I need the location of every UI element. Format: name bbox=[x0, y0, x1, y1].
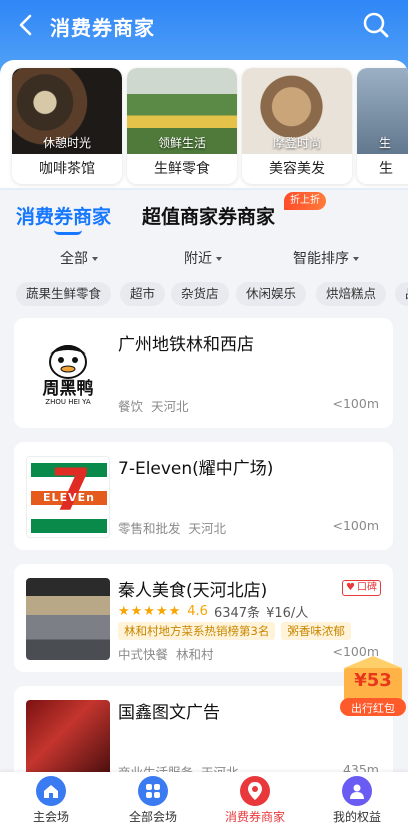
rank-tag: 林和村地方菜系热销榜第3名 bbox=[118, 622, 276, 640]
filter-sort[interactable]: 智能排序 bbox=[293, 248, 359, 268]
filter-all[interactable]: 全部 bbox=[60, 248, 98, 268]
category-card-more[interactable]: 生 生 bbox=[357, 68, 408, 184]
nav-all-venues[interactable]: 全部会场 bbox=[102, 776, 204, 828]
travel-redpacket[interactable]: ¥53 出行红包 bbox=[338, 654, 408, 718]
flavor-tag: 粥香味浓郁 bbox=[281, 622, 351, 640]
category-carousel: 休憩时光 咖啡茶馆 领鲜生活 生鲜零食 摩登时尚 美容美发 生 生 bbox=[0, 60, 408, 188]
merchant-name: 7-Eleven(耀中广场) bbox=[118, 459, 274, 479]
merchant-name: 广州地铁林和西店 bbox=[118, 335, 254, 355]
grid-icon bbox=[138, 776, 168, 806]
merchant-logo: 7 ELEVEn bbox=[26, 456, 110, 538]
nav-label: 主会场 bbox=[32, 810, 69, 824]
logo-text: 周黑鸭 bbox=[42, 379, 94, 399]
back-arrow-icon bbox=[19, 14, 32, 36]
search-icon bbox=[363, 12, 389, 38]
category-name: 咖啡茶馆 bbox=[39, 161, 95, 177]
active-tab-indicator bbox=[54, 230, 82, 235]
filter-label: 智能排序 bbox=[293, 251, 349, 267]
star-rating: ★★★★★ bbox=[118, 604, 182, 619]
tab-coupon-merchants[interactable]: 消费券商家 bbox=[16, 202, 111, 229]
tab-value-merchants[interactable]: 超值商家券商家 bbox=[142, 202, 275, 229]
merchant-logo: 周黑鸭 ZHOU HEI YA bbox=[26, 332, 110, 414]
chip-grocery[interactable]: 杂货店 bbox=[171, 282, 229, 306]
merchant-name: 秦人美食(天河北店) bbox=[118, 581, 268, 601]
redpacket-amount: ¥53 bbox=[354, 670, 392, 691]
category-name: 生 bbox=[379, 161, 393, 177]
nav-label: 消费券商家 bbox=[224, 810, 285, 824]
redpacket-label: 出行红包 bbox=[351, 702, 395, 715]
merchant-distance: <100m bbox=[332, 518, 379, 533]
duck-mascot-icon bbox=[49, 345, 87, 379]
merchant-card[interactable]: 7 ELEVEn 7-Eleven(耀中广场) 零售和批发 天河北 <100m bbox=[14, 442, 393, 550]
koubei-badge: ♥ 口碑 bbox=[342, 580, 381, 596]
category-chips: 蔬果生鲜零食 超市 杂货店 休闲娱乐 烘焙糕点 品 bbox=[0, 282, 408, 308]
category-tag: 摩登时尚 bbox=[272, 136, 321, 150]
logo-text: ELEVEn bbox=[43, 491, 95, 504]
top-bar: 消费券商家 bbox=[0, 0, 408, 52]
merchant-card[interactable]: 国鑫图文广告 商业生活服务 天河北 435m bbox=[14, 686, 393, 786]
nav-label: 我的权益 bbox=[332, 810, 381, 824]
nav-my-benefits[interactable]: 我的权益 bbox=[306, 776, 408, 828]
merchant-tabs: 消费券商家 超值商家券商家 折上折 bbox=[0, 190, 408, 238]
filter-label: 全部 bbox=[60, 251, 88, 267]
merchant-meta: 中式快餐 林和村 bbox=[118, 647, 214, 662]
merchant-photo bbox=[26, 578, 110, 660]
home-icon bbox=[36, 776, 66, 806]
category-name: 美容美发 bbox=[269, 161, 325, 177]
sale-badge: 折上折 bbox=[284, 192, 326, 210]
review-count: 6347条 bbox=[213, 606, 261, 621]
chip-supermarket[interactable]: 超市 bbox=[120, 282, 166, 306]
chevron-down-icon bbox=[216, 257, 222, 261]
merchant-meta: 餐饮 天河北 bbox=[118, 399, 189, 414]
category-tag: 休憩时光 bbox=[42, 136, 91, 150]
filter-bar: 全部 附近 智能排序 bbox=[0, 244, 408, 274]
search-button[interactable] bbox=[362, 11, 390, 39]
chevron-down-icon bbox=[353, 257, 359, 261]
location-icon bbox=[240, 776, 270, 806]
nav-label: 全部会场 bbox=[128, 810, 177, 824]
category-card-fresh[interactable]: 领鲜生活 生鲜零食 bbox=[127, 68, 237, 184]
merchant-distance: <100m bbox=[332, 396, 379, 411]
category-tag: 生 bbox=[379, 136, 392, 150]
merchant-card[interactable]: 周黑鸭 ZHOU HEI YA 广州地铁林和西店 餐饮 天河北 <100m bbox=[14, 318, 393, 428]
nav-coupon-merchants[interactable]: 消费券商家 bbox=[204, 776, 306, 828]
avg-price: ¥16/人 bbox=[266, 606, 309, 621]
merchant-tags: 林和村地方菜系热销榜第3名 粥香味浓郁 bbox=[118, 622, 351, 640]
user-icon bbox=[342, 776, 372, 806]
chip-leisure[interactable]: 休闲娱乐 bbox=[236, 282, 307, 306]
merchant-rating: ★★★★★ 4.6 6347条 ¥16/人 bbox=[118, 602, 308, 621]
nav-main-venue[interactable]: 主会场 bbox=[0, 776, 102, 828]
back-button[interactable] bbox=[12, 12, 38, 38]
page-title: 消费券商家 bbox=[50, 16, 155, 40]
category-card-beauty[interactable]: 摩登时尚 美容美发 bbox=[242, 68, 352, 184]
filter-label: 附近 bbox=[184, 251, 212, 267]
chip-fresh[interactable]: 蔬果生鲜零食 bbox=[16, 282, 112, 306]
category-tag: 领鲜生活 bbox=[157, 136, 206, 150]
bottom-navigation: 主会场 全部会场 消费券商家 我的权益 bbox=[0, 772, 408, 828]
chip-more[interactable]: 品 bbox=[395, 282, 408, 306]
merchant-name: 国鑫图文广告 bbox=[118, 703, 220, 723]
chevron-down-icon bbox=[92, 257, 98, 261]
category-name: 生鲜零食 bbox=[154, 161, 210, 177]
filter-nearby[interactable]: 附近 bbox=[184, 248, 222, 268]
logo-subtext: ZHOU HEI YA bbox=[45, 398, 91, 406]
merchant-meta: 零售和批发 天河北 bbox=[118, 521, 226, 536]
chip-bakery[interactable]: 烘焙糕点 bbox=[316, 282, 387, 306]
category-card-coffee[interactable]: 休憩时光 咖啡茶馆 bbox=[12, 68, 122, 184]
logo-number: 7 bbox=[51, 456, 92, 524]
heart-icon: ♥ bbox=[346, 582, 355, 593]
rating-score: 4.6 bbox=[187, 604, 208, 619]
merchant-card[interactable]: 秦人美食(天河北店) ♥ 口碑 ★★★★★ 4.6 6347条 ¥16/人 林和村… bbox=[14, 564, 393, 672]
